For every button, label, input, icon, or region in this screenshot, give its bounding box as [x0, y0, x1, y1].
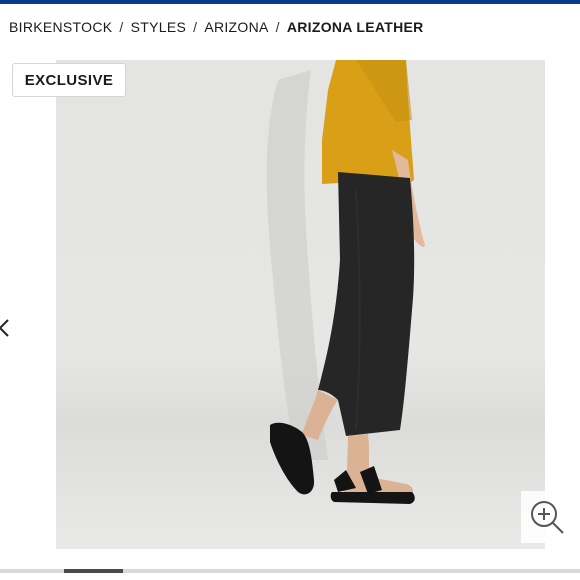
model-illustration: [266, 60, 425, 504]
gallery-progress-track[interactable]: [0, 569, 580, 573]
exclusive-badge: EXCLUSIVE: [12, 63, 126, 97]
product-image-gallery[interactable]: EXCLUSIVE: [0, 60, 580, 565]
product-photo[interactable]: [56, 60, 545, 549]
zoom-button[interactable]: [521, 491, 573, 543]
breadcrumb-separator: /: [275, 19, 280, 35]
breadcrumb: BIRKENSTOCK / STYLES / ARIZONA / ARIZONA…: [9, 18, 424, 36]
breadcrumb-separator: /: [119, 19, 124, 35]
zoom-in-icon: [531, 501, 564, 534]
breadcrumb-link-arizona[interactable]: ARIZONA: [204, 19, 268, 35]
breadcrumb-separator: /: [193, 19, 198, 35]
gallery-progress-thumb[interactable]: [63, 569, 124, 573]
breadcrumb-current: ARIZONA LEATHER: [286, 19, 424, 35]
chevron-left-icon[interactable]: [0, 316, 14, 340]
top-accent-bar: [0, 0, 580, 4]
breadcrumb-link-birkenstock[interactable]: BIRKENSTOCK: [9, 19, 112, 35]
breadcrumb-link-styles[interactable]: STYLES: [131, 19, 187, 35]
